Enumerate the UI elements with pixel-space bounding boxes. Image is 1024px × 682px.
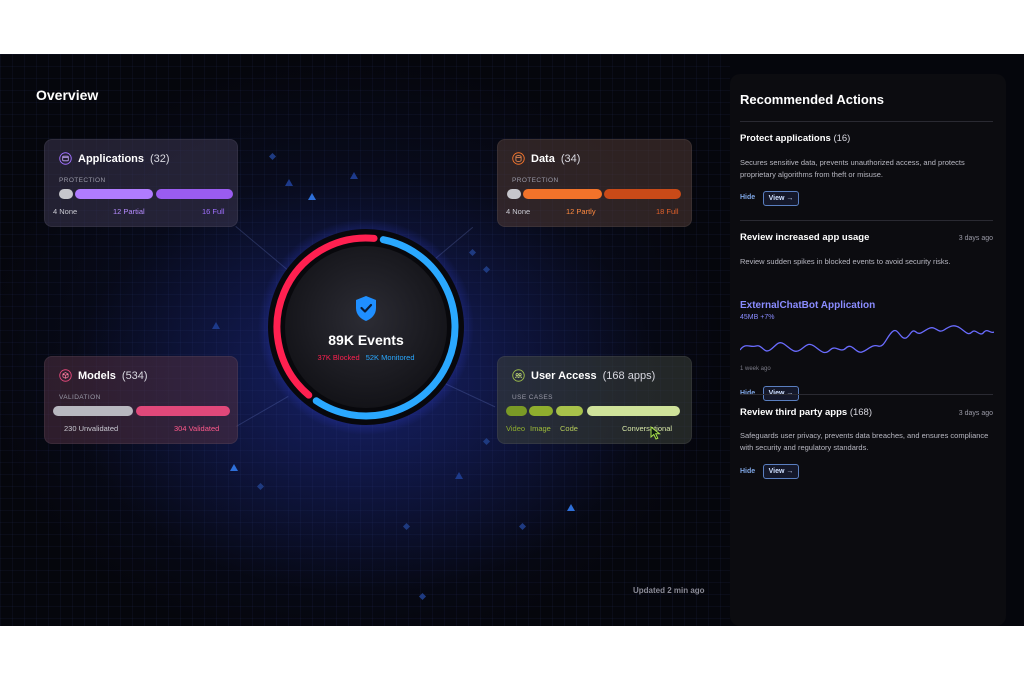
page-title: Overview: [36, 87, 99, 103]
ring-inner: [285, 246, 447, 408]
events-blocked: 37K Blocked: [317, 353, 360, 362]
particle: [285, 179, 293, 186]
legend-none: 4 None: [53, 207, 78, 216]
events-total: 89K Events: [328, 332, 404, 348]
card-title: Data: [531, 152, 555, 165]
action-description: Secures sensitive data, prevents unautho…: [740, 158, 965, 179]
legend-image: Image: [530, 424, 551, 433]
action-count: (168): [849, 407, 872, 418]
card-title: Applications: [78, 152, 145, 165]
hide-link[interactable]: Hide: [740, 194, 755, 201]
action-description: Review sudden spikes in blocked events t…: [740, 257, 951, 266]
app-link[interactable]: ExternalChatBot Application: [740, 300, 875, 311]
data-card[interactable]: Data (34) PROTECTION 4 None 12 Partly 18…: [497, 139, 692, 227]
particle: [212, 322, 220, 329]
cursor-icon: [650, 425, 662, 445]
legend-validated: 304 Validated: [174, 424, 220, 433]
hide-link[interactable]: Hide: [740, 468, 755, 475]
action-date: 3 days ago: [958, 410, 993, 417]
action-description: Safeguards user privacy, prevents data b…: [740, 431, 989, 452]
card-count: (534): [121, 369, 148, 382]
particle: [567, 504, 575, 511]
legend-conversational: Conversational: [622, 424, 673, 433]
action-title-text: Review third party apps: [740, 407, 848, 418]
legend-partly: 12 Partly: [566, 207, 596, 216]
card-subtitle: PROTECTION: [512, 177, 559, 184]
card-count: (34): [560, 152, 581, 165]
users-icon: [512, 369, 525, 382]
user-access-card[interactable]: User Access (168 apps) USE CASES Video I…: [497, 356, 692, 444]
legend-code: Code: [560, 424, 578, 433]
particle: [230, 464, 238, 471]
events-ring[interactable]: 89K Events 37K Blocked 52K Monitored: [258, 219, 474, 435]
action-title: Protect applications (16): [740, 133, 850, 144]
bar-full: [604, 189, 681, 199]
card-count: (32): [150, 152, 170, 165]
updated-timestamp: Updated 2 min ago: [633, 586, 705, 595]
legend-full: 16 Full: [202, 207, 225, 216]
events-ring-chart: [258, 219, 474, 435]
database-icon: [512, 152, 525, 165]
particle: [308, 193, 316, 200]
bar-none: [507, 189, 521, 199]
dashboard-stage: Overview Applications (32) PROTECTION 4 …: [0, 54, 1024, 626]
divider: [740, 220, 993, 221]
bar-code: [556, 406, 583, 416]
bar-video: [506, 406, 527, 416]
view-button[interactable]: View →: [763, 464, 799, 479]
recommended-actions-panel: Recommended Actions Protect applications…: [730, 74, 1006, 626]
action-title-text: Review increased app usage: [740, 232, 870, 243]
action-count: (16): [833, 133, 851, 144]
card-title: User Access: [531, 369, 597, 382]
bar-validated: [136, 406, 230, 416]
card-title: Models: [78, 369, 116, 382]
sparkline-path: [740, 325, 994, 354]
usage-sparkline: [740, 325, 994, 354]
bar-unvalidated: [53, 406, 133, 416]
panel-title: Recommended Actions: [740, 92, 884, 107]
legend-none: 4 None: [506, 207, 531, 216]
applications-card[interactable]: Applications (32) PROTECTION 4 None 12 P…: [44, 139, 238, 227]
card-subtitle: PROTECTION: [59, 177, 106, 184]
card-subtitle: USE CASES: [512, 394, 553, 401]
view-button[interactable]: View →: [763, 191, 799, 206]
events-monitored: 52K Monitored: [365, 353, 415, 362]
bar-full: [156, 189, 233, 199]
divider: [740, 121, 993, 122]
particle: [455, 472, 463, 479]
action-title-text: Protect applications: [740, 133, 831, 144]
models-card[interactable]: Models (534) VALIDATION 230 Unvalidated …: [44, 356, 238, 444]
bar-partial: [75, 189, 153, 199]
events-breakdown: 37K Blocked 52K Monitored: [258, 353, 474, 362]
window-icon: [59, 152, 72, 165]
bar-conversational: [587, 406, 680, 416]
cube-icon: [59, 369, 72, 382]
card-subtitle: VALIDATION: [59, 394, 101, 401]
legend-full: 18 Full: [656, 207, 679, 216]
bar-partly: [523, 189, 602, 199]
action-date: 3 days ago: [958, 235, 993, 242]
divider: [740, 394, 993, 395]
action-title: Review third party apps (168): [740, 407, 872, 418]
legend-unvalidated: 230 Unvalidated: [64, 424, 119, 433]
action-title: Review increased app usage: [740, 232, 869, 243]
card-count: (168 apps): [602, 369, 656, 382]
legend-video: Video: [506, 424, 526, 433]
bar-none: [59, 189, 73, 199]
sparkline-label: 1 week ago: [740, 366, 771, 372]
legend-partial: 12 Partial: [113, 207, 145, 216]
particle: [350, 172, 358, 179]
bar-image: [529, 406, 553, 416]
